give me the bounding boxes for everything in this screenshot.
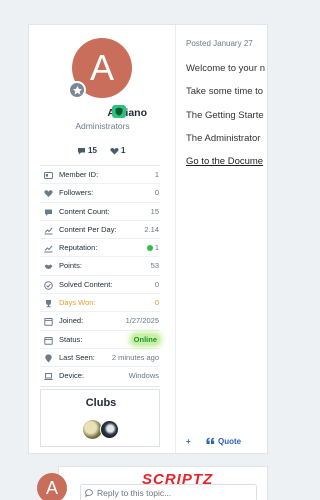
multiquote-add-button[interactable]: + [186,437,191,446]
staff-shield-icon [112,105,126,118]
post-date[interactable]: Posted January 27 [186,39,253,48]
comment-icon [45,209,52,216]
last-seen-row: Last Seen: 2 minutes ago [40,349,160,368]
documentation-link[interactable]: Go to the Docume [186,156,263,167]
joined-row: Joined: 1/27/2025 [40,312,160,331]
post-paragraph: The Administrator [186,133,261,144]
calendar-icon [44,336,53,345]
trophy-icon [46,300,51,308]
quote-icon [206,437,215,447]
days-won-row: Days Won: 0 [40,294,160,313]
post-paragraph: Take some time to [186,86,264,97]
clubs-title: Clubs [85,397,117,409]
author-name[interactable]: Adriano [29,107,147,119]
solved-content-row: Solved Content: 0 [40,276,160,295]
heart-icon [44,190,53,198]
points-row: Points: 53 [40,257,160,276]
watermark-logo: SCRIPTZ [142,471,214,488]
line-chart-icon [44,227,53,235]
post-paragraph: Welcome to your n [186,63,266,74]
heart-icon [110,148,119,155]
reply-avatar: A [37,473,67,500]
status-row: Status: Online [40,331,160,349]
author-info-list: Member ID: 1 Followers: 0 Content Count:… [40,165,160,387]
author-panel: A Adriano Administrators 15 1 Member ID:… [29,25,176,453]
post-content: Posted January 27 Welcome to your n Take… [176,25,269,453]
reputation-row: Reputation: 1 [40,239,160,258]
laptop-icon [44,373,53,381]
comments-count: 15 [88,146,97,155]
check-circle-icon [44,280,53,290]
content-per-day-row: Content Per Day: 2.14 [40,221,160,240]
likes-count: 1 [121,146,126,155]
device-row: Device: Windows [40,367,160,385]
calendar-icon [44,318,53,327]
post-paragraph: The Getting Starte [186,110,264,121]
author-group: Administrators [75,121,130,131]
line-chart-icon [44,245,53,253]
handshake-icon [44,264,53,270]
forum-topic-page: A Adriano Administrators 15 1 Member ID:… [0,0,268,500]
member-id-row: Member ID: 1 [40,166,160,185]
club-avatar[interactable] [100,420,119,439]
followers-row: Followers: 0 [40,184,160,203]
comment-icon [78,148,85,155]
id-card-icon [44,172,53,179]
clubs-box: Clubs [40,389,160,447]
reputation-dot [147,245,153,252]
map-pin-icon [45,354,52,363]
quote-button[interactable]: Quote [218,437,241,446]
rank-badge-icon [68,81,86,99]
content-count-row: Content Count: 15 [40,203,160,221]
post-card: A Adriano Administrators 15 1 Member ID:… [28,24,268,454]
author-stats: 15 1 [29,145,176,157]
online-status-badge: Online [130,333,160,345]
comment-icon [85,489,93,497]
